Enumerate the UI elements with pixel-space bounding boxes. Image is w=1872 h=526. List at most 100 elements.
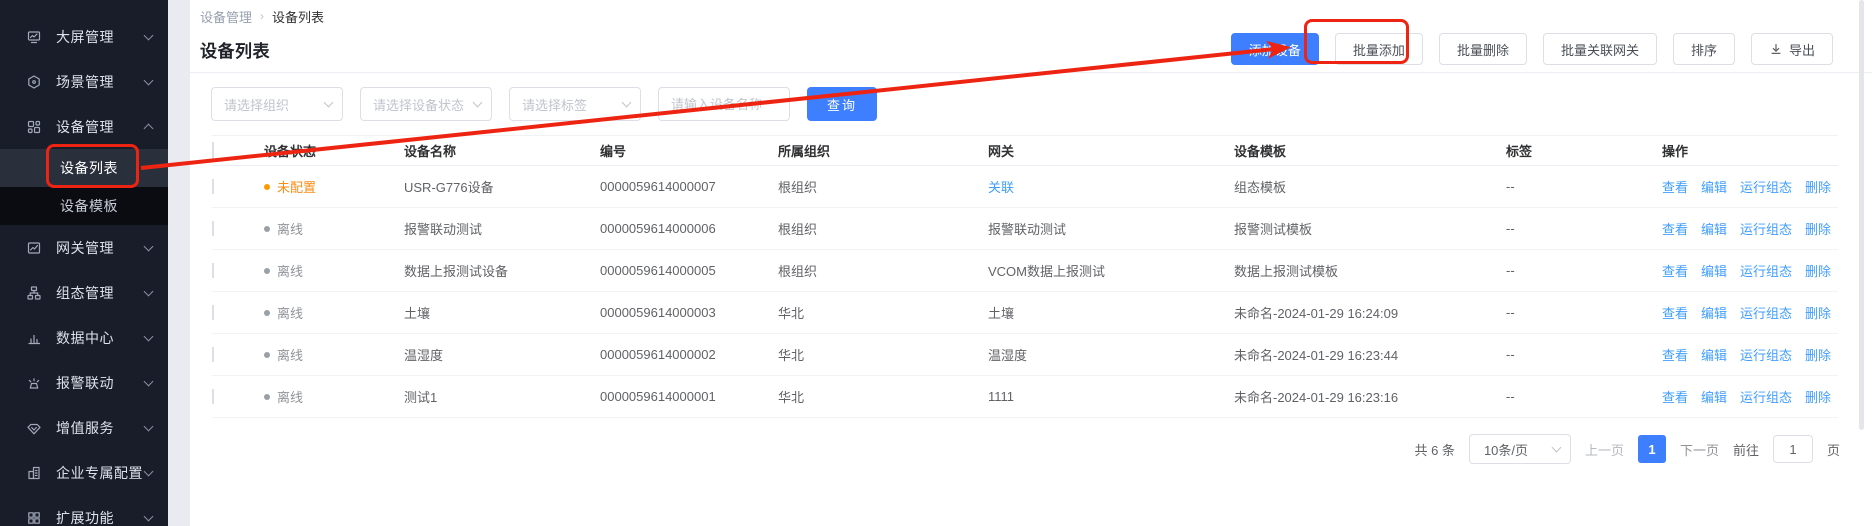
sidebar-item-alarm[interactable]: 报警联动: [0, 360, 168, 405]
export-button[interactable]: 导出: [1751, 33, 1833, 65]
sidebar-item-extension[interactable]: 扩展功能: [0, 495, 168, 526]
sidebar-item-scene[interactable]: 场景管理: [0, 59, 168, 104]
run-scada-link[interactable]: 运行组态: [1740, 177, 1792, 196]
next-page-button[interactable]: 下一页: [1680, 440, 1719, 459]
edit-link[interactable]: 编辑: [1701, 219, 1727, 238]
delete-link[interactable]: 删除: [1805, 387, 1831, 406]
edit-link[interactable]: 编辑: [1701, 303, 1727, 322]
sidebar-item-device-list[interactable]: 设备列表: [0, 149, 168, 187]
breadcrumb-device-management[interactable]: 设备管理: [200, 7, 252, 26]
edit-link[interactable]: 编辑: [1701, 345, 1727, 364]
gateway-link[interactable]: 关联: [988, 177, 1234, 196]
sidebar-item-device[interactable]: 设备管理: [0, 104, 168, 149]
breadcrumb-device-list: 设备列表: [272, 7, 324, 26]
edit-link[interactable]: 编辑: [1701, 387, 1727, 406]
sidebar-nav: 大屏管理场景管理设备管理设备列表设备模板网关管理组态管理数据中心报警联动增值服务…: [0, 0, 168, 526]
status-dot-icon: [264, 184, 270, 190]
table-row: 离线测试10000059614000001华北1111未命名-2024-01-2…: [212, 376, 1838, 418]
header-template: 设备模板: [1234, 141, 1506, 160]
row-checkbox[interactable]: [212, 179, 214, 194]
tag-select[interactable]: 请选择标签: [509, 87, 641, 121]
row-checkbox[interactable]: [212, 221, 214, 236]
row-actions: 查看编辑运行组态删除: [1662, 345, 1838, 364]
vertical-scrollbar[interactable]: [1859, 0, 1864, 430]
chevron-down-icon: [473, 98, 483, 108]
sidebar-item-scada[interactable]: 组态管理: [0, 270, 168, 315]
main-content: 设备管理 › 设备列表 设备列表 添加设备 批量添加 批量删除 批量关联网关 排…: [190, 0, 1872, 526]
view-link[interactable]: 查看: [1662, 177, 1688, 196]
org-select[interactable]: 请选择组织: [211, 87, 343, 121]
search-button[interactable]: 查询: [807, 87, 877, 121]
edit-link[interactable]: 编辑: [1701, 177, 1727, 196]
sidebar-item-value-added[interactable]: 增值服务: [0, 405, 168, 450]
sidebar-item-device-template[interactable]: 设备模板: [0, 187, 168, 225]
batch-add-button[interactable]: 批量添加: [1335, 33, 1423, 65]
status-dot-icon: [264, 268, 270, 274]
current-page-button[interactable]: 1: [1638, 435, 1666, 463]
add-device-button[interactable]: 添加设备: [1231, 33, 1319, 65]
device-status: 离线: [264, 261, 404, 280]
prev-page-button[interactable]: 上一页: [1585, 440, 1624, 459]
device-code: 0000059614000001: [600, 389, 778, 404]
chevron-down-icon: [144, 286, 154, 296]
view-link[interactable]: 查看: [1662, 387, 1688, 406]
device-tag: --: [1506, 263, 1662, 278]
edit-link[interactable]: 编辑: [1701, 261, 1727, 280]
select-all-checkbox[interactable]: [212, 142, 214, 160]
delete-link[interactable]: 删除: [1805, 219, 1831, 238]
sidebar-item-enterprise[interactable]: 企业专属配置: [0, 450, 168, 495]
view-link[interactable]: 查看: [1662, 303, 1688, 322]
goto-label: 前往: [1733, 440, 1759, 459]
sidebar-item-big-screen[interactable]: 大屏管理: [0, 14, 168, 59]
device-status: 离线: [264, 345, 404, 364]
run-scada-link[interactable]: 运行组态: [1740, 303, 1792, 322]
download-icon: [1769, 42, 1783, 56]
device-status-select[interactable]: 请选择设备状态: [360, 87, 492, 121]
row-checkbox[interactable]: [212, 389, 214, 404]
delete-link[interactable]: 删除: [1805, 303, 1831, 322]
sidebar-item-label: 企业专属配置: [56, 463, 145, 483]
device-icon: [26, 119, 42, 135]
device-name: USR-G776设备: [404, 177, 600, 196]
view-link[interactable]: 查看: [1662, 261, 1688, 280]
breadcrumb-separator-icon: ›: [260, 9, 264, 23]
view-link[interactable]: 查看: [1662, 345, 1688, 364]
sidebar-item-data-center[interactable]: 数据中心: [0, 315, 168, 360]
tag-select-placeholder: 请选择标签: [522, 95, 587, 114]
delete-link[interactable]: 删除: [1805, 177, 1831, 196]
row-actions: 查看编辑运行组态删除: [1662, 303, 1838, 322]
run-scada-link[interactable]: 运行组态: [1740, 345, 1792, 364]
sidebar-item-label: 组态管理: [56, 283, 145, 303]
view-link[interactable]: 查看: [1662, 219, 1688, 238]
delete-link[interactable]: 删除: [1805, 261, 1831, 280]
table-row: 离线土壤0000059614000003华北土壤未命名-2024-01-29 1…: [212, 292, 1838, 334]
row-checkbox[interactable]: [212, 263, 214, 278]
org-select-placeholder: 请选择组织: [224, 95, 289, 114]
row-actions: 查看编辑运行组态删除: [1662, 219, 1838, 238]
header-code: 编号: [600, 141, 778, 160]
sort-button[interactable]: 排序: [1673, 33, 1735, 65]
batch-delete-button[interactable]: 批量删除: [1439, 33, 1527, 65]
header-org: 所属组织: [778, 141, 988, 160]
device-template: 未命名-2024-01-29 16:24:09: [1234, 303, 1506, 322]
run-scada-link[interactable]: 运行组态: [1740, 387, 1792, 406]
page-size-select[interactable]: 10条/页: [1469, 434, 1571, 464]
chevron-down-icon: [144, 421, 154, 431]
device-name: 温湿度: [404, 345, 600, 364]
run-scada-link[interactable]: 运行组态: [1740, 261, 1792, 280]
row-checkbox[interactable]: [212, 347, 214, 362]
row-checkbox[interactable]: [212, 305, 214, 320]
device-code: 0000059614000002: [600, 347, 778, 362]
batch-link-gateway-button[interactable]: 批量关联网关: [1543, 33, 1657, 65]
grid-icon: [26, 510, 42, 526]
row-actions: 查看编辑运行组态删除: [1662, 261, 1838, 280]
sidebar-item-gateway[interactable]: 网关管理: [0, 225, 168, 270]
device-name-input[interactable]: [658, 87, 790, 121]
gateway-name: 1111: [988, 389, 1234, 404]
device-template: 组态模板: [1234, 177, 1506, 196]
delete-link[interactable]: 删除: [1805, 345, 1831, 364]
run-scada-link[interactable]: 运行组态: [1740, 219, 1792, 238]
device-status-placeholder: 请选择设备状态: [373, 95, 464, 114]
header-gateway: 网关: [988, 141, 1234, 160]
goto-page-input[interactable]: [1773, 435, 1813, 463]
